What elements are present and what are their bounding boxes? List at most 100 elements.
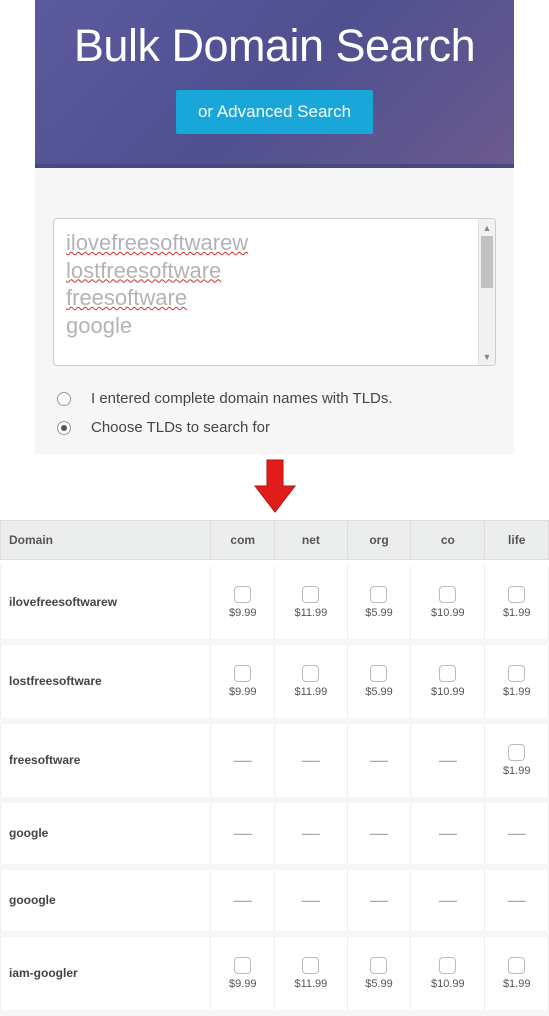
textarea-line: ilovefreesoftwarew <box>66 229 475 257</box>
select-checkbox[interactable] <box>439 586 456 603</box>
unavailable-icon: — <box>439 890 457 910</box>
scroll-thumb[interactable] <box>481 236 493 288</box>
col-header-tld: co <box>411 521 485 560</box>
price-label: $10.99 <box>415 607 480 619</box>
unavailable-icon: — <box>370 823 388 843</box>
col-header-tld: net <box>275 521 348 560</box>
scroll-down-icon[interactable]: ▼ <box>479 348 495 365</box>
domain-cell: gooogle <box>1 867 211 934</box>
select-checkbox[interactable] <box>302 957 319 974</box>
price-cell: $5.99 <box>347 566 411 642</box>
select-checkbox[interactable] <box>302 586 319 603</box>
price-cell: — <box>211 867 275 934</box>
domain-textarea[interactable]: ilovefreesoftwarewlostfreesoftwarefreeso… <box>53 218 496 366</box>
price-cell: — <box>485 800 549 867</box>
price-cell: — <box>411 721 485 800</box>
unavailable-icon: — <box>370 750 388 770</box>
unavailable-icon: — <box>439 750 457 770</box>
price-cell: $1.99 <box>485 934 549 1013</box>
price-cell: $10.99 <box>411 934 485 1013</box>
textarea-line: lostfreesoftware <box>66 257 475 285</box>
table-row: gooogle — — — — — <box>1 867 549 934</box>
select-checkbox[interactable] <box>234 586 251 603</box>
price-cell: — <box>347 721 411 800</box>
page-title: Bulk Domain Search <box>35 0 514 72</box>
table-row: freesoftware — — — — $1.99 <box>1 721 549 800</box>
select-checkbox[interactable] <box>508 744 525 761</box>
table-row: google————— <box>1 800 549 867</box>
price-cell: — <box>347 867 411 934</box>
price-label: $1.99 <box>489 686 544 698</box>
select-checkbox[interactable] <box>439 957 456 974</box>
price-label: $5.99 <box>352 607 407 619</box>
unavailable-icon: — <box>302 750 320 770</box>
textarea-scrollbar[interactable]: ▲ ▼ <box>478 219 495 365</box>
radio-choose-tlds[interactable]: Choose TLDs to search for <box>53 413 496 442</box>
select-checkbox[interactable] <box>508 665 525 682</box>
hero-banner: Bulk Domain Search or Advanced Search <box>35 0 514 168</box>
table-row: ilovefreesoftwarew $9.99 $11.99 $5.99 $10.99… <box>1 566 549 642</box>
tld-option-group: I entered complete domain names with TLD… <box>53 384 496 442</box>
price-cell: $5.99 <box>347 934 411 1013</box>
price-cell: — <box>347 800 411 867</box>
price-cell: — <box>411 867 485 934</box>
price-label: $1.99 <box>489 607 544 619</box>
select-checkbox[interactable] <box>302 665 319 682</box>
price-label: $11.99 <box>279 686 343 698</box>
textarea-line: freesoftware <box>66 284 475 312</box>
price-cell: $1.99 <box>485 721 549 800</box>
select-checkbox[interactable] <box>234 957 251 974</box>
select-checkbox[interactable] <box>508 957 525 974</box>
search-panel: ilovefreesoftwarewlostfreesoftwarefreeso… <box>35 168 514 454</box>
table-row: iam-googler$9.99$11.99$5.99$10.99$1.99 <box>1 934 549 1013</box>
select-checkbox[interactable] <box>508 586 525 603</box>
price-cell: $5.99 <box>347 642 411 721</box>
price-cell: $9.99 <box>211 566 275 642</box>
price-label: $9.99 <box>215 607 270 619</box>
table-row: lostfreesoftware$9.99$11.99$5.99$10.99$1… <box>1 642 549 721</box>
arrow-down-icon <box>253 458 297 514</box>
unavailable-icon: — <box>370 890 388 910</box>
radio-icon <box>57 421 71 435</box>
table-header-row: Domaincomnetorgcolife <box>1 521 549 560</box>
select-checkbox[interactable] <box>234 665 251 682</box>
price-cell: — <box>485 867 549 934</box>
price-label: $9.99 <box>215 686 270 698</box>
unavailable-icon: — <box>234 890 252 910</box>
price-label: $10.99 <box>415 686 480 698</box>
col-header-tld: com <box>211 521 275 560</box>
results-table: Domaincomnetorgcolife ilovefreesoftwarew… <box>0 520 549 1016</box>
flow-arrow <box>0 454 549 520</box>
price-cell: — <box>275 800 348 867</box>
domain-cell: ilovefreesoftwarew <box>1 566 211 642</box>
col-header-tld: life <box>485 521 549 560</box>
unavailable-icon: — <box>234 823 252 843</box>
price-cell: $1.99 <box>485 642 549 721</box>
price-cell: $1.99 <box>485 566 549 642</box>
col-header-domain: Domain <box>1 521 211 560</box>
table-body: ilovefreesoftwarew$9.99$11.99$5.99$10.99… <box>1 560 549 1013</box>
price-cell: — <box>211 721 275 800</box>
unavailable-icon: — <box>302 890 320 910</box>
radio-label: Choose TLDs to search for <box>91 419 270 436</box>
price-label: $11.99 <box>279 607 343 619</box>
select-checkbox[interactable] <box>370 665 387 682</box>
radio-label: I entered complete domain names with TLD… <box>91 390 393 407</box>
textarea-line: google <box>66 312 475 340</box>
scroll-up-icon[interactable]: ▲ <box>479 219 495 236</box>
price-cell: — <box>275 867 348 934</box>
price-cell: $11.99 <box>275 642 348 721</box>
price-cell: $9.99 <box>211 934 275 1013</box>
select-checkbox[interactable] <box>439 665 456 682</box>
price-cell: — <box>275 721 348 800</box>
select-checkbox[interactable] <box>370 957 387 974</box>
domain-cell: freesoftware <box>1 721 211 800</box>
price-label: $1.99 <box>489 765 544 777</box>
radio-icon <box>57 392 71 406</box>
select-checkbox[interactable] <box>370 586 387 603</box>
unavailable-icon: — <box>234 750 252 770</box>
advanced-search-button[interactable]: or Advanced Search <box>176 90 373 134</box>
price-label: $5.99 <box>352 686 407 698</box>
price-cell: — <box>411 800 485 867</box>
radio-complete-domains[interactable]: I entered complete domain names with TLD… <box>53 384 496 413</box>
